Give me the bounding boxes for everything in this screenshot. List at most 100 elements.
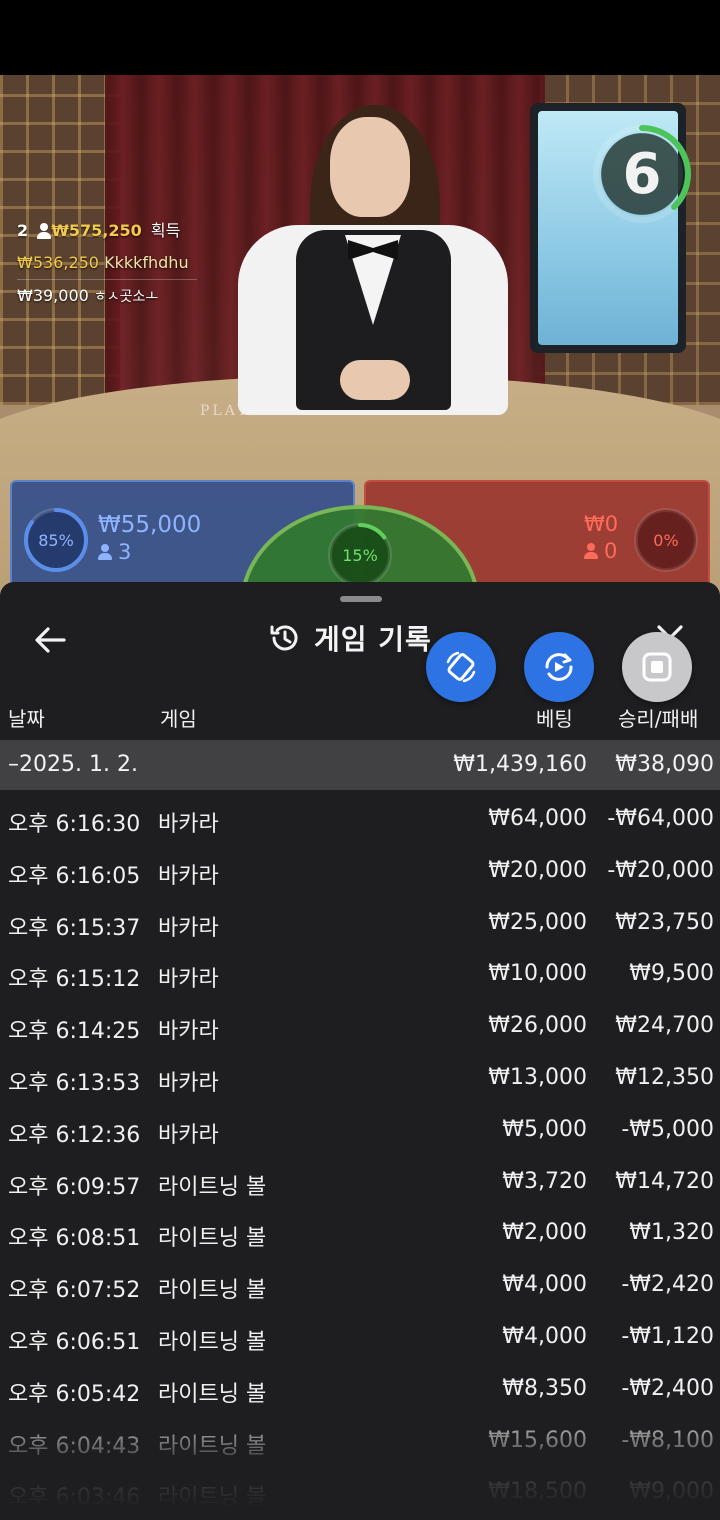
row-game: 라이트닝 볼 xyxy=(158,1381,267,1407)
row-game: 라이트닝 볼 xyxy=(158,1226,267,1252)
person-icon xyxy=(584,543,598,559)
row-result: ₩24,700 xyxy=(615,1013,714,1039)
winner-summary: 2 ₩575,250 획득 xyxy=(17,215,197,247)
winner-total-amount: ₩575,250 xyxy=(51,221,142,240)
row-game: 바카라 xyxy=(158,1019,219,1045)
banker-percent: 0% xyxy=(653,530,679,550)
person-icon xyxy=(37,223,52,239)
sheet-title-text: 게임 기록 xyxy=(314,623,432,656)
back-button[interactable] xyxy=(30,622,70,658)
date-group-bet-total: ₩1,439,160 xyxy=(453,752,587,777)
column-header-bet: 베팅 xyxy=(536,707,573,731)
row-time: 오후 6:15:37 xyxy=(8,915,141,941)
row-result: -₩5,000 xyxy=(621,1116,714,1142)
row-result: ₩1,320 xyxy=(629,1220,714,1246)
row-time: 오후 6:04:43 xyxy=(8,1433,141,1459)
row-result: -₩2,420 xyxy=(621,1272,714,1298)
row-result: ₩23,750 xyxy=(615,909,714,935)
banker-count-value: 0 xyxy=(604,539,618,563)
row-result: -₩64,000 xyxy=(607,806,714,831)
row-time: 오후 6:15:12 xyxy=(8,967,141,993)
winner-name: ㅎㅅ곳소ㅗ xyxy=(93,289,159,305)
row-bet: ₩26,000 xyxy=(488,1013,587,1039)
row-game: 바카라 xyxy=(158,863,219,889)
countdown-number: 6 xyxy=(622,141,662,207)
winner-entry: ₩39,000 ㅎㅅ곳소ㅗ xyxy=(17,280,197,313)
history-row[interactable]: 오후 6:14:25 바카라 ₩26,000 ₩24,700 xyxy=(0,999,720,1051)
history-row[interactable]: 오후 6:06:51 라이트닝 볼 ₩4,000 -₩1,120 xyxy=(0,1310,720,1362)
date-group-row[interactable]: –2025. 1. 2. ₩1,439,160 ₩38,090 xyxy=(0,740,720,790)
winner-amount: ₩536,250 xyxy=(17,253,99,272)
dealer-head xyxy=(330,117,410,217)
row-result: ₩14,720 xyxy=(615,1168,714,1194)
winner-entry: ₩536,250 Kkkkfhdhu xyxy=(17,247,197,280)
row-bet: ₩64,000 xyxy=(488,806,587,831)
row-bet: ₩5,000 xyxy=(502,1116,587,1142)
row-game: 바카라 xyxy=(158,915,219,941)
row-result: -₩1,120 xyxy=(621,1323,714,1349)
drag-handle[interactable] xyxy=(340,596,382,602)
row-time: 오후 6:12:36 xyxy=(8,1122,141,1148)
date-group-result-total: ₩38,090 xyxy=(615,752,714,777)
history-row[interactable]: 오후 6:07:52 라이트닝 볼 ₩4,000 -₩2,420 xyxy=(0,1258,720,1310)
row-result: -₩8,100 xyxy=(621,1427,714,1453)
column-header-game: 게임 xyxy=(160,707,197,731)
game-history-sheet: 게임 기록 날짜 게임 베팅 승리/패배 –2025. 1. 2. ₩1,439… xyxy=(0,582,720,1520)
row-bet: ₩18,500 xyxy=(488,1479,587,1505)
player-percent: 85% xyxy=(38,530,74,550)
column-header-result: 승리/패배 xyxy=(618,707,699,731)
countdown-timer: 6 xyxy=(590,122,694,226)
winner-total-label: 획득 xyxy=(150,221,181,240)
winners-list: 2 ₩575,250 획득 ₩536,250 Kkkkfhdhu ₩39,000… xyxy=(17,215,197,313)
row-time: 오후 6:07:52 xyxy=(8,1278,141,1304)
row-result: ₩9,500 xyxy=(629,961,714,987)
row-bet: ₩20,000 xyxy=(488,857,587,883)
winner-name: Kkkkfhdhu xyxy=(104,253,189,272)
banker-bettor-count: 0 xyxy=(584,539,617,563)
player-bettor-count: 3 xyxy=(98,540,131,564)
winner-count: 2 xyxy=(17,221,29,240)
history-row[interactable]: 오후 6:04:43 라이트닝 볼 ₩15,600 -₩8,100 xyxy=(0,1414,720,1466)
history-row[interactable]: 오후 6:12:36 바카라 ₩5,000 -₩5,000 xyxy=(0,1103,720,1155)
column-header-date: 날짜 xyxy=(8,707,45,731)
arrow-left-icon xyxy=(35,627,66,653)
row-time: 오후 6:03:46 xyxy=(8,1485,141,1511)
history-row[interactable]: 오후 6:08:51 라이트닝 볼 ₩2,000 ₩1,320 xyxy=(0,1206,720,1258)
row-result: ₩9,000 xyxy=(629,1479,714,1505)
history-row[interactable]: 오후 6:15:12 바카라 ₩10,000 ₩9,500 xyxy=(0,947,720,999)
winner-amount: ₩39,000 xyxy=(17,286,89,305)
banker-bet-amount: ₩0 xyxy=(584,512,619,536)
dealer-hands xyxy=(340,360,410,400)
history-row[interactable]: 오후 6:13:53 바카라 ₩13,000 ₩12,350 xyxy=(0,1051,720,1103)
history-row[interactable]: 오후 6:05:42 라이트닝 볼 ₩8,350 -₩2,400 xyxy=(0,1362,720,1414)
rotate-button[interactable] xyxy=(426,632,496,702)
row-game: 라이트닝 볼 xyxy=(158,1329,267,1355)
history-row[interactable]: 오후 6:09:57 라이트닝 볼 ₩3,720 ₩14,720 xyxy=(0,1155,720,1207)
row-time: 오후 6:16:30 xyxy=(8,812,141,837)
stop-button[interactable] xyxy=(622,632,692,702)
row-time: 오후 6:08:51 xyxy=(8,1226,141,1252)
row-bet: ₩4,000 xyxy=(502,1323,587,1349)
stop-icon xyxy=(642,652,672,682)
row-bet: ₩8,350 xyxy=(502,1375,587,1401)
table-header: 날짜 게임 베팅 승리/패배 xyxy=(0,695,720,739)
row-time: 오후 6:16:05 xyxy=(8,863,141,889)
tie-percent: 15% xyxy=(342,545,378,565)
history-row[interactable]: 오후 6:16:30 바카라 ₩64,000 -₩64,000 xyxy=(0,792,720,844)
rotate-device-icon xyxy=(446,651,476,683)
history-row[interactable]: 오후 6:16:05 바카라 ₩20,000 -₩20,000 xyxy=(0,844,720,896)
row-time: 오후 6:13:53 xyxy=(8,1070,141,1096)
live-video: PLAYER BANKER 6 2 ₩575,250 획득 ₩536,250 K… xyxy=(0,75,720,595)
row-time: 오후 6:09:57 xyxy=(8,1174,141,1200)
row-result: ₩12,350 xyxy=(615,1064,714,1090)
date-group-label: –2025. 1. 2. xyxy=(8,752,138,777)
row-time: 오후 6:06:51 xyxy=(8,1329,141,1355)
row-time: 오후 6:05:42 xyxy=(8,1381,141,1407)
row-game: 라이트닝 볼 xyxy=(158,1433,267,1459)
history-row[interactable]: 오후 6:03:46 라이트닝 볼 ₩18,500 ₩9,000 xyxy=(0,1465,720,1517)
sheet-title: 게임 기록 xyxy=(268,618,432,658)
history-row[interactable]: 오후 6:15:37 바카라 ₩25,000 ₩23,750 xyxy=(0,896,720,948)
row-bet: ₩10,000 xyxy=(488,961,587,987)
replay-button[interactable] xyxy=(524,632,594,702)
player-count-value: 3 xyxy=(118,540,132,564)
